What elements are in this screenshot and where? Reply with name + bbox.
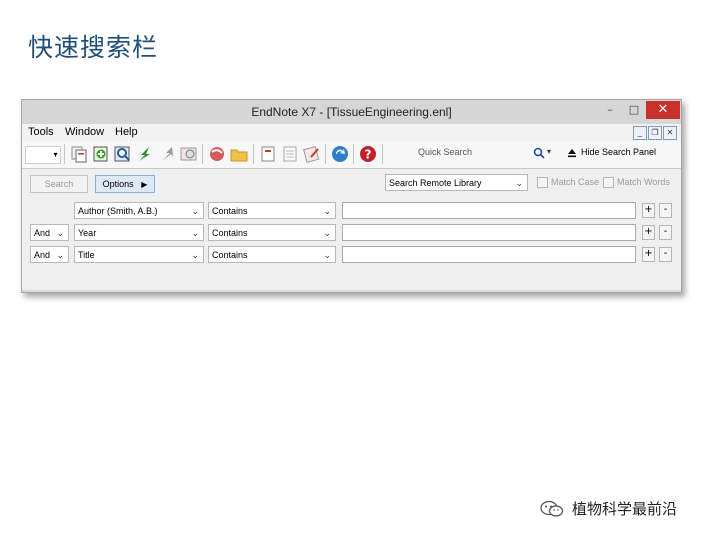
mdi-minimize-button[interactable]: _: [633, 126, 647, 140]
match-case-label: Match Case: [551, 177, 600, 187]
boolean-select[interactable]: And ⌄: [30, 246, 69, 263]
options-label: Options: [102, 179, 134, 189]
toolbar-separator: [382, 144, 383, 164]
copy-icon[interactable]: [70, 145, 88, 163]
operator-label: Contains: [212, 250, 248, 260]
operator-select[interactable]: Contains ⌄: [208, 246, 336, 263]
new-reference-icon[interactable]: [92, 145, 110, 163]
format-bibliography-icon[interactable]: [281, 145, 299, 163]
search-term-input[interactable]: [342, 246, 636, 263]
maximize-button[interactable]: □: [622, 101, 646, 119]
field-label: Year: [78, 228, 97, 238]
title-bar: EndNote X7 - [TissueEngineering.enl] – □…: [22, 100, 681, 124]
menu-window[interactable]: Window: [65, 126, 104, 138]
import-icon[interactable]: [136, 145, 154, 163]
remove-row-button[interactable]: -: [659, 225, 672, 240]
hide-panel-arrow-icon[interactable]: [567, 148, 577, 158]
boolean-select[interactable]: And ⌄: [30, 224, 69, 241]
field-label: Author (Smith, A.B.): [78, 206, 158, 216]
operator-label: Contains: [212, 228, 248, 238]
add-row-button[interactable]: +: [642, 203, 655, 218]
remote-library-select[interactable]: Search Remote Library ⌄: [385, 174, 528, 191]
chevron-down-icon: ⌄: [191, 228, 199, 238]
chevron-down-icon[interactable]: ▾: [547, 147, 551, 156]
options-button[interactable]: Options ▶: [95, 175, 155, 193]
search-term-input[interactable]: [342, 224, 636, 241]
hide-search-panel-button[interactable]: Hide Search Panel: [581, 147, 656, 157]
mdi-restore-button[interactable]: ❐: [648, 126, 662, 140]
remote-library-label: Search Remote Library: [389, 178, 482, 188]
export-icon[interactable]: [158, 145, 176, 163]
find-full-text-icon[interactable]: [114, 145, 132, 163]
field-select[interactable]: Title ⌄: [74, 246, 204, 263]
menu-help[interactable]: Help: [115, 126, 138, 138]
window-title: EndNote X7 - [TissueEngineering.enl]: [251, 105, 452, 119]
match-words-checkbox[interactable]: Match Words: [603, 177, 670, 189]
remove-row-button[interactable]: -: [659, 247, 672, 262]
integrated-library-icon[interactable]: [208, 145, 226, 163]
search-icon[interactable]: [533, 147, 545, 159]
chevron-down-icon: ⌄: [56, 228, 64, 238]
cite-while-you-write-icon[interactable]: [303, 145, 321, 163]
toolbar-separator: [202, 144, 203, 164]
svg-text:?: ?: [365, 148, 372, 162]
chevron-down-icon: ⌄: [323, 228, 331, 238]
toolbar-separator: [325, 144, 326, 164]
add-row-button[interactable]: +: [642, 225, 655, 240]
wechat-icon: [540, 500, 564, 517]
match-words-label: Match Words: [617, 177, 670, 187]
boolean-label: And: [34, 228, 51, 238]
style-dropdown[interactable]: ▾: [25, 146, 61, 164]
field-label: Title: [78, 250, 95, 260]
search-button[interactable]: Search: [30, 175, 88, 193]
operator-select[interactable]: Contains ⌄: [208, 202, 336, 219]
operator-label: Contains: [212, 206, 248, 216]
minimize-button[interactable]: –: [598, 101, 622, 119]
menu-bar: Tools Window Help _ ❐ ✕: [22, 124, 681, 141]
toolbar-separator: [64, 144, 65, 164]
toolbar: ▾ ? Quick Search ▾ Hide Search Panel: [22, 141, 681, 169]
menu-tools[interactable]: Tools: [28, 126, 54, 138]
field-select[interactable]: Year ⌄: [74, 224, 204, 241]
close-button[interactable]: ✕: [646, 101, 680, 119]
search-term-input[interactable]: [342, 202, 636, 219]
triangle-right-icon: ▶: [141, 180, 148, 189]
insert-citation-icon[interactable]: [259, 145, 277, 163]
chevron-down-icon: ⌄: [323, 206, 331, 216]
remove-row-button[interactable]: -: [659, 203, 672, 218]
help-icon[interactable]: ?: [359, 145, 377, 163]
quick-search-input[interactable]: Quick Search: [418, 147, 472, 157]
search-panel: Search Options ▶ Search Remote Library ⌄…: [22, 169, 681, 290]
chevron-down-icon: ⌄: [191, 206, 199, 216]
add-row-button[interactable]: +: [642, 247, 655, 262]
toolbar-separator: [253, 144, 254, 164]
slide-title: 快速搜索栏: [28, 33, 159, 62]
open-folder-icon[interactable]: [230, 145, 248, 163]
sync-icon[interactable]: [331, 145, 349, 163]
chevron-down-icon: ⌄: [56, 250, 64, 260]
watermark-text: 植物科学最前沿: [572, 500, 678, 518]
toolbar-separator: [353, 144, 354, 164]
online-search-icon[interactable]: [180, 145, 198, 163]
chevron-down-icon: ⌄: [515, 178, 523, 188]
field-select[interactable]: Author (Smith, A.B.) ⌄: [74, 202, 204, 219]
endnote-window: EndNote X7 - [TissueEngineering.enl] – □…: [21, 99, 682, 293]
boolean-label: And: [34, 250, 51, 260]
operator-select[interactable]: Contains ⌄: [208, 224, 336, 241]
match-case-checkbox[interactable]: Match Case: [537, 177, 600, 189]
mdi-close-button[interactable]: ✕: [663, 126, 677, 140]
chevron-down-icon: ⌄: [191, 250, 199, 260]
chevron-down-icon: ⌄: [323, 250, 331, 260]
